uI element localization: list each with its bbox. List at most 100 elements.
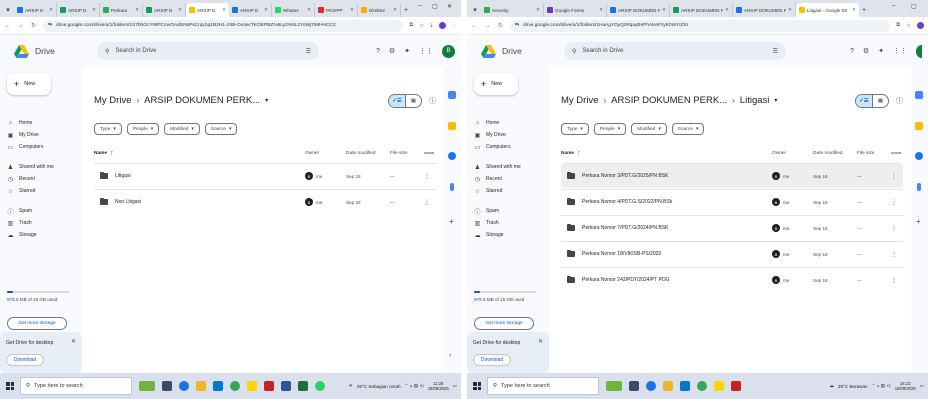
news-widget-icon[interactable] <box>139 381 155 391</box>
tab-close-icon[interactable]: ✕ <box>222 7 226 13</box>
sidebar-item-trash[interactable]: ▥ Trash <box>7 218 32 228</box>
file-name[interactable]: Perkara Nomor 3/PDT.G/2025/PN BSK <box>582 173 668 179</box>
tab-search-icon[interactable]: ▾ <box>2 3 14 17</box>
store-icon[interactable] <box>680 381 690 391</box>
sidebar-item-recent[interactable]: ◷ Recent <box>7 174 35 184</box>
list-view-button[interactable]: ✓☰ <box>856 95 872 107</box>
start-button[interactable] <box>0 373 20 399</box>
minimize-icon[interactable]: – <box>892 3 895 9</box>
sidebar-item-spam[interactable]: ⓘ Spam <box>7 206 32 216</box>
maximize-icon[interactable]: ▢ <box>432 3 438 10</box>
sort-options-icon[interactable]: ⩶ <box>891 150 901 157</box>
browser-menu-icon[interactable]: ⋮ <box>452 23 458 29</box>
breadcrumb-my-drive[interactable]: My Drive <box>94 95 131 106</box>
more-actions-icon[interactable]: ⋮ <box>424 173 430 180</box>
column-date-modified[interactable]: Date modified <box>346 151 376 156</box>
browser-tab[interactable]: ARSIP D ✕ <box>186 3 229 17</box>
download-button[interactable]: Download <box>473 354 511 366</box>
app-title[interactable]: Drive <box>502 46 542 56</box>
app-title[interactable]: Drive <box>35 46 75 56</box>
breadcrumb-current-folder[interactable]: Litigasi <box>740 95 770 106</box>
table-row[interactable]: Perkara Nomor 18/VIKISB-PS/2022 Bme Sep 18… <box>561 241 903 266</box>
sidebar-item-shared[interactable]: ♟ Shared with me <box>7 162 54 172</box>
chevron-down-icon[interactable]: ▾ <box>774 97 777 104</box>
taskbar-search-input[interactable]: ⚲ Type here to search <box>487 377 599 395</box>
more-actions-icon[interactable]: ⋮ <box>891 173 897 180</box>
site-info-icon[interactable]: ⇆ <box>48 23 52 28</box>
task-view-icon[interactable] <box>629 381 639 391</box>
sidebar-item-home[interactable]: ⌂ Home <box>474 118 500 128</box>
browser-tab[interactable]: ARSIP DOKUMEN PE ✕ <box>670 3 733 17</box>
sidebar-item-computers[interactable]: ▭ Computers <box>474 142 511 152</box>
news-widget-icon[interactable] <box>606 381 622 391</box>
column-name[interactable]: Name ↑ <box>561 150 581 157</box>
more-actions-icon[interactable]: ⋮ <box>424 199 430 206</box>
new-tab-button[interactable]: + <box>401 3 411 17</box>
browser-tab[interactable]: ARSIP D ✕ <box>143 3 186 17</box>
notification-icon[interactable]: ▭ <box>920 383 924 389</box>
search-input[interactable]: ⚲ Search in Drive ☰ <box>564 42 786 60</box>
search-icon[interactable]: ⚲ <box>105 48 109 55</box>
browser-tab[interactable]: ARSIP DOKUMEN PE ✕ <box>733 3 796 17</box>
help-icon[interactable]: ? <box>376 48 380 55</box>
new-button[interactable]: + New <box>474 73 518 95</box>
browser-tab[interactable]: ARSIP DOKUMEN PE ✕ <box>607 3 670 17</box>
file-explorer-icon[interactable] <box>663 381 673 391</box>
new-tab-button[interactable]: + <box>859 3 869 17</box>
word-icon[interactable] <box>281 381 291 391</box>
sidebar-item-computers[interactable]: ▭ Computers <box>7 142 44 152</box>
column-name[interactable]: Name ↑ <box>94 150 114 157</box>
reload-icon[interactable]: ↻ <box>497 22 504 29</box>
back-icon[interactable]: ← <box>471 23 478 29</box>
list-view-button[interactable]: ✓☰ <box>389 95 405 107</box>
browser-tab[interactable]: ARSIP D ✕ <box>14 3 57 17</box>
column-file-size[interactable]: File size <box>857 151 875 156</box>
sidebar-item-my-drive[interactable]: ▣ My Drive <box>7 130 39 140</box>
table-row[interactable]: Perkara Nomor 7/PDT.G/2024/PN.BSK Bme Sep … <box>561 215 903 240</box>
tray-icons[interactable]: ⌃ ◒ ▤ ◖) <box>405 383 424 389</box>
start-button[interactable] <box>467 373 487 399</box>
chrome-icon[interactable] <box>697 381 707 391</box>
column-date-modified[interactable]: Date modified <box>813 151 843 156</box>
tab-close-icon[interactable]: ✕ <box>725 7 729 13</box>
more-actions-icon[interactable]: ⋮ <box>891 251 897 258</box>
filter-source[interactable]: Source ▾ <box>204 123 238 135</box>
filter-people[interactable]: People ▾ <box>593 123 627 135</box>
filter-people[interactable]: People ▾ <box>126 123 160 135</box>
file-explorer-icon[interactable] <box>196 381 206 391</box>
url-input[interactable]: ⇆ drive.google.com/drive/u/1/folders/1S7… <box>43 19 404 32</box>
clock[interactable]: 16:23 19/09/2025 <box>895 381 916 391</box>
excel-icon[interactable] <box>298 381 308 391</box>
browser-tab[interactable]: PKSIPP ✕ <box>315 3 358 17</box>
edge-icon[interactable] <box>179 381 189 391</box>
help-icon[interactable]: ? <box>850 48 854 55</box>
back-icon[interactable]: ← <box>4 23 11 29</box>
maximize-icon[interactable]: ▢ <box>911 3 917 10</box>
table-row[interactable]: Perkara Nomor 243/PDT/2024/PT PDG Bme Sep … <box>561 267 903 292</box>
tab-close-icon[interactable]: ✕ <box>599 7 603 13</box>
tab-close-icon[interactable]: ✕ <box>49 7 53 13</box>
url-input[interactable]: ⇆ drive.google.com/drive/u/1/folders/1Ha… <box>510 19 891 32</box>
tasks-icon[interactable] <box>448 152 456 160</box>
tasks-icon[interactable] <box>915 152 923 160</box>
apps-grid-icon[interactable]: ⋮⋮ <box>893 47 907 55</box>
filter-type[interactable]: Type ▾ <box>94 123 122 135</box>
tray-icons[interactable]: ⌃ ◒ ▤ ◖) <box>872 383 891 389</box>
edge-icon[interactable] <box>646 381 656 391</box>
sidebar-item-trash[interactable]: ▥ Trash <box>474 218 499 228</box>
browser-tab[interactable]: ARSIP D ✕ <box>229 3 272 17</box>
tab-close-icon[interactable]: ✕ <box>135 7 139 13</box>
download-button[interactable]: Download <box>6 354 44 366</box>
search-input[interactable]: ⚲ Search in Drive ☰ <box>97 42 319 60</box>
whatsapp-icon[interactable] <box>315 381 325 391</box>
grid-view-button[interactable]: ▦ <box>871 95 888 107</box>
store-icon[interactable] <box>213 381 223 391</box>
filter-modified[interactable]: Modified ▾ <box>631 123 667 135</box>
file-name[interactable]: Litigasi <box>115 173 131 179</box>
sidebar-item-starred[interactable]: ☆ Starred <box>474 186 503 196</box>
apps-grid-icon[interactable]: ⋮⋮ <box>419 47 433 55</box>
keep-icon[interactable] <box>448 122 456 130</box>
install-app-icon[interactable]: ⧉ <box>409 22 413 29</box>
sort-arrow-icon[interactable]: ↑ <box>110 150 114 157</box>
sort-options-icon[interactable]: ⩶ <box>424 150 434 157</box>
